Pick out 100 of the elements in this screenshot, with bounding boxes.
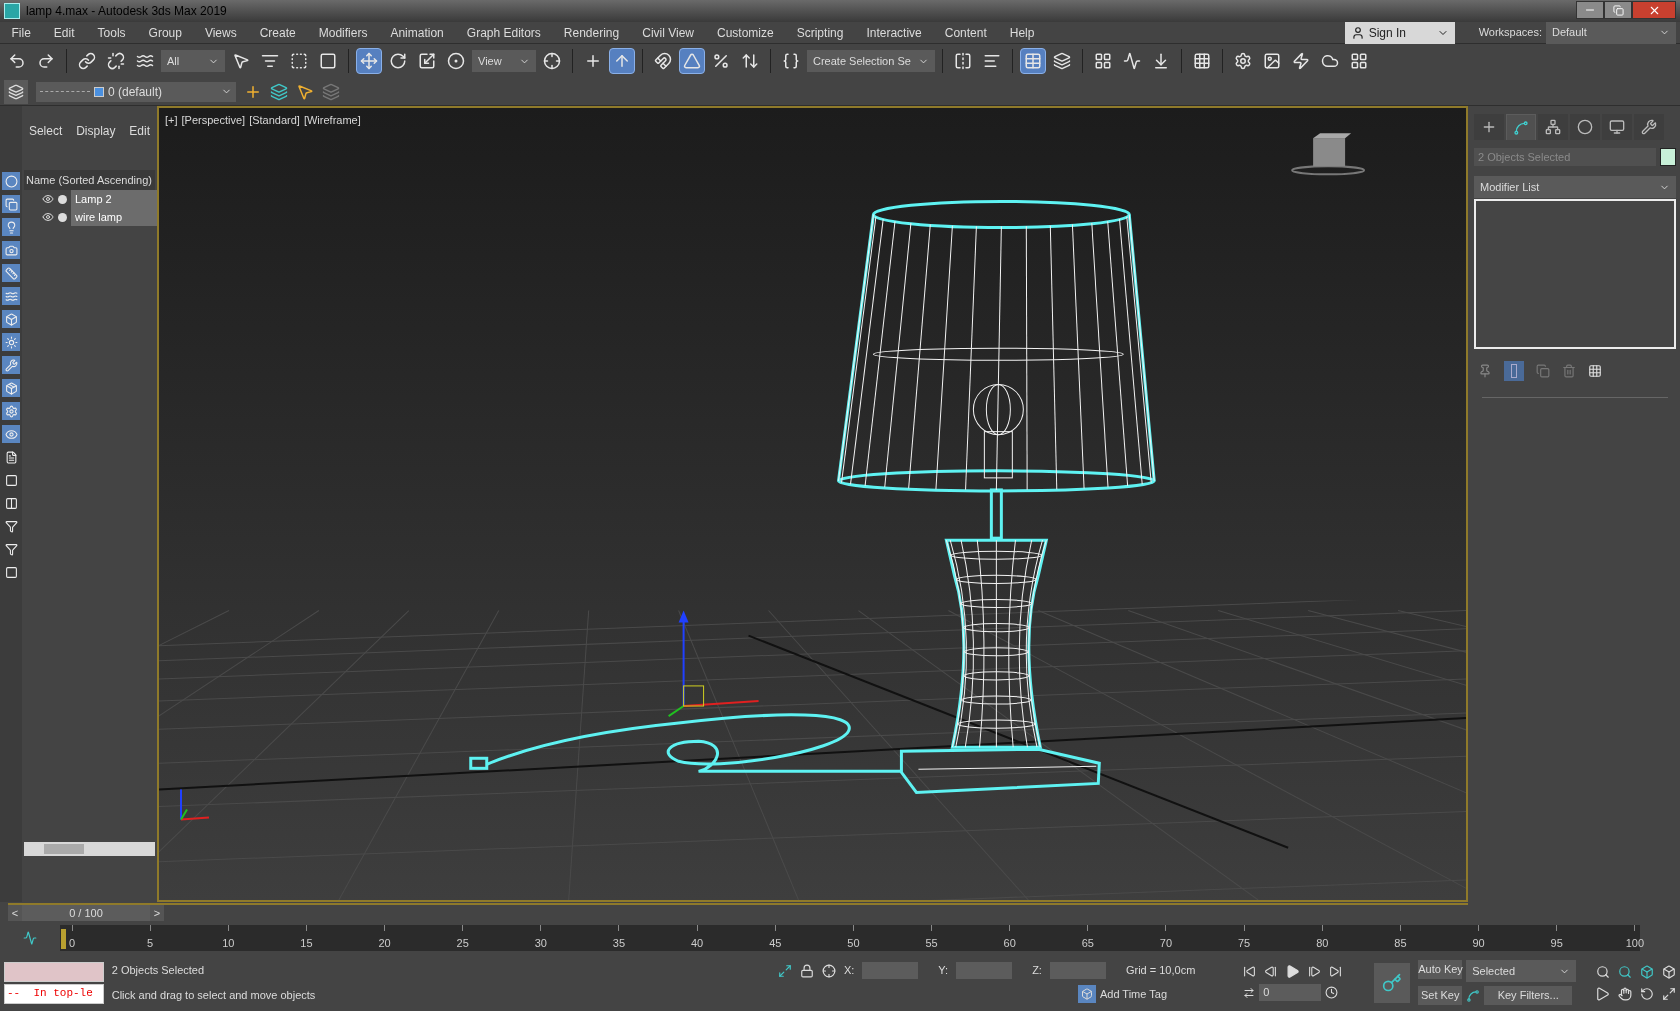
menu-item[interactable]: Scripting xyxy=(785,23,855,42)
layers-icon[interactable] xyxy=(270,82,288,101)
minimize-button[interactable] xyxy=(1576,1,1604,19)
zoom-icon[interactable] xyxy=(1596,964,1611,979)
wrench-icon[interactable] xyxy=(2,356,20,374)
ruler-icon[interactable] xyxy=(2,264,20,282)
menu-item[interactable]: File xyxy=(0,23,43,42)
toolbar-dropdown[interactable]: Create Selection Se xyxy=(807,50,935,72)
go-to-start-icon[interactable] xyxy=(1243,965,1257,978)
key-mode-dropdown[interactable]: Selected xyxy=(1466,960,1577,982)
next-frame-icon[interactable] xyxy=(1308,965,1322,978)
lightbulb-icon[interactable] xyxy=(2,218,20,236)
absolute-mode-icon[interactable] xyxy=(821,963,836,978)
gear-icon[interactable] xyxy=(2,402,20,420)
wrench-icon[interactable] xyxy=(1634,114,1664,140)
pan-icon[interactable] xyxy=(1618,986,1633,1001)
scene-object-item[interactable]: Lamp 2 xyxy=(71,190,157,208)
viewport-label[interactable]: [Standard] xyxy=(249,112,300,129)
frame-marker[interactable] xyxy=(61,929,66,949)
table-icon[interactable] xyxy=(1020,48,1046,74)
lock-icon[interactable] xyxy=(799,963,814,978)
maximize-viewport-icon[interactable] xyxy=(1662,986,1677,1001)
view-cube-icon[interactable] xyxy=(1291,133,1366,176)
menu-item[interactable]: Help xyxy=(998,23,1046,42)
object-color-swatch[interactable] xyxy=(1660,148,1676,166)
menu-item[interactable]: Customize xyxy=(705,23,786,42)
visibility-icon[interactable] xyxy=(42,193,54,205)
orbit-icon[interactable] xyxy=(1640,986,1655,1001)
menu-item[interactable]: Edit xyxy=(42,23,87,42)
menu-item[interactable]: Content xyxy=(933,23,999,42)
menu-item[interactable]: Interactive xyxy=(854,23,934,42)
camera-icon[interactable] xyxy=(2,241,20,259)
modifier-stack[interactable] xyxy=(1474,199,1676,349)
key-tangent-icon[interactable] xyxy=(1466,988,1481,1003)
sign-in-button[interactable]: Sign In xyxy=(1344,21,1455,44)
viewport-label[interactable]: [Wireframe] xyxy=(303,112,361,129)
layer-dropdown[interactable]: 0 (default) xyxy=(36,81,236,102)
time-configuration-icon[interactable] xyxy=(1325,986,1339,999)
current-frame-field[interactable]: 0 xyxy=(1259,984,1322,1001)
add-time-tag-button[interactable]: Add Time Tag xyxy=(1099,985,1167,1003)
viewport-label[interactable]: [Perspective] xyxy=(181,112,246,129)
menu-item[interactable]: Rendering xyxy=(552,23,631,42)
configure-sets-icon[interactable] xyxy=(1588,364,1602,378)
select-icon[interactable] xyxy=(296,82,314,101)
plus-icon[interactable] xyxy=(1474,114,1504,140)
menu-item[interactable]: Modifiers xyxy=(307,23,379,42)
time-slider-thumb[interactable]: 0 / 100 xyxy=(22,905,150,921)
explorer-menu-item[interactable]: Select xyxy=(28,122,63,140)
box-icon[interactable] xyxy=(2,310,20,328)
workspaces-dropdown[interactable]: Default xyxy=(1546,21,1676,44)
explorer-menu-item[interactable]: Display xyxy=(76,122,116,140)
key-filters-button[interactable]: Key Filters... xyxy=(1484,986,1573,1005)
zoom-extents-all-icon[interactable] xyxy=(1662,964,1677,979)
menu-item[interactable]: Graph Editors xyxy=(455,23,553,42)
auto-key-button[interactable]: Auto Key xyxy=(1418,960,1463,979)
sun-icon[interactable] xyxy=(2,333,20,351)
angle-snap-icon[interactable] xyxy=(679,48,705,74)
zoom-extents-icon[interactable] xyxy=(1640,964,1655,979)
field-of-view-icon[interactable] xyxy=(1596,986,1611,1001)
hierarchy-icon[interactable] xyxy=(1538,114,1568,140)
x-coordinate-field[interactable] xyxy=(862,962,919,979)
next-frame-button[interactable]: > xyxy=(150,905,164,921)
set-key-plus-button[interactable] xyxy=(1374,962,1411,1003)
package-icon[interactable] xyxy=(2,379,20,397)
modifier-list-dropdown[interactable]: Modifier List xyxy=(1474,176,1676,198)
menu-item[interactable]: Animation xyxy=(378,23,456,42)
eye-icon[interactable] xyxy=(2,425,20,443)
maxscript-field[interactable]: -- In top-le xyxy=(4,983,104,1004)
pin-icon[interactable] xyxy=(1478,364,1492,378)
play-icon[interactable] xyxy=(1285,964,1301,979)
go-to-end-icon[interactable] xyxy=(1329,965,1343,978)
horizontal-scrollbar[interactable] xyxy=(24,842,155,856)
layers-icon[interactable] xyxy=(4,79,28,104)
zoom-all-icon[interactable] xyxy=(1618,964,1633,979)
previous-frame-button[interactable]: < xyxy=(8,905,22,921)
shapes-icon[interactable] xyxy=(2,195,20,213)
time-tag-icon[interactable] xyxy=(1077,985,1096,1003)
menu-item[interactable]: Views xyxy=(193,23,249,42)
scene-object-item[interactable]: wire lamp xyxy=(71,208,157,226)
menu-item[interactable]: Civil View xyxy=(630,23,706,42)
menu-item[interactable]: Tools xyxy=(86,23,138,42)
toolbar-dropdown[interactable]: View xyxy=(472,50,536,72)
previous-frame-icon[interactable] xyxy=(1264,965,1278,978)
menu-item[interactable]: Group xyxy=(137,23,194,42)
sphere-icon[interactable] xyxy=(2,172,20,190)
close-button[interactable] xyxy=(1632,1,1676,19)
viewport-label[interactable]: [+] xyxy=(165,112,178,129)
curve-icon[interactable] xyxy=(1506,114,1536,140)
isolate-icon[interactable] xyxy=(777,963,792,978)
key-mode-icon[interactable] xyxy=(1243,986,1256,999)
column-header[interactable]: Name (Sorted Ascending) xyxy=(24,170,155,190)
visibility-icon[interactable] xyxy=(42,211,54,223)
transform-gizmo[interactable] xyxy=(667,610,760,718)
restore-button[interactable] xyxy=(1604,1,1632,19)
set-key-button[interactable]: Set Key xyxy=(1418,986,1463,1005)
y-coordinate-field[interactable] xyxy=(956,962,1013,979)
toolbar-dropdown[interactable]: All xyxy=(161,50,225,72)
monitor-icon[interactable] xyxy=(1602,114,1632,140)
perspective-viewport[interactable]: [+] [Perspective] [Standard] [Wireframe] xyxy=(157,106,1468,902)
explorer-menu-item[interactable]: Edit xyxy=(129,122,151,140)
